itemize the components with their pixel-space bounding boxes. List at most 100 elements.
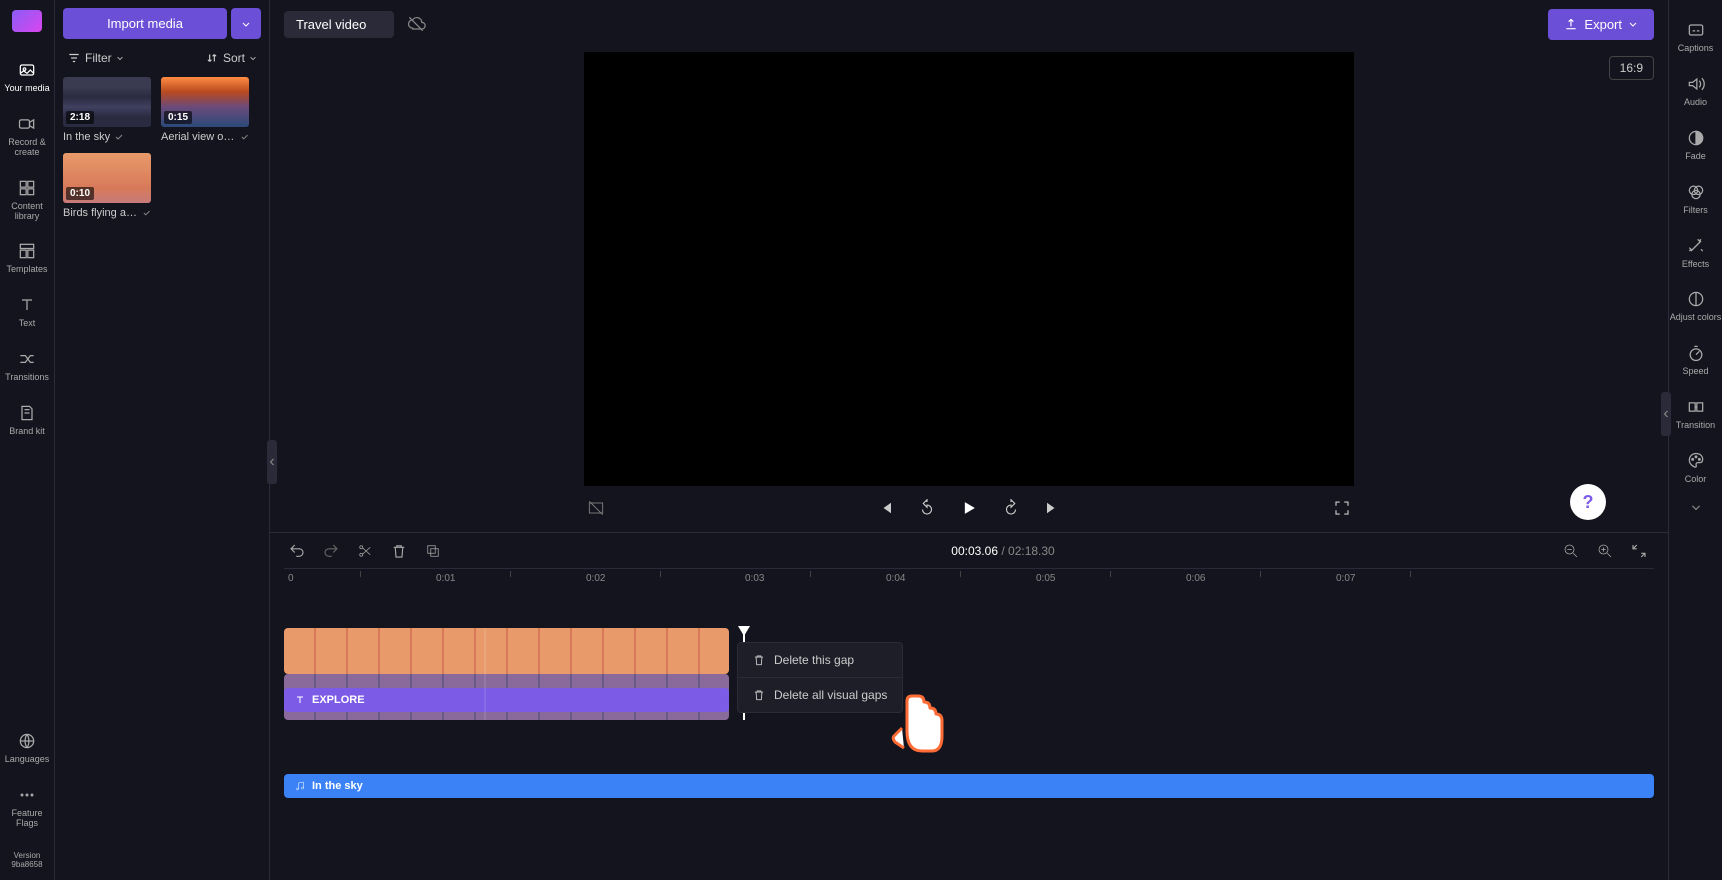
playhead-secondary: [484, 628, 486, 720]
delete-button[interactable]: [390, 541, 410, 561]
text-clip-label: EXPLORE: [312, 694, 365, 706]
media-panel: Import media Filter Sort 2:18 In the sky…: [55, 0, 270, 880]
delete-all-visual-gaps[interactable]: Delete all visual gaps: [738, 678, 902, 712]
rail-label: Record & create: [0, 138, 54, 158]
rail-label: Content library: [0, 202, 54, 222]
fit-timeline-button[interactable]: [1630, 541, 1650, 561]
safe-zones-toggle[interactable]: [584, 496, 608, 520]
rail-brand-kit[interactable]: Brand kit: [0, 393, 54, 447]
top-bar: Export: [270, 0, 1668, 48]
cloud-sync-icon[interactable]: [404, 12, 428, 36]
rewind-button[interactable]: [915, 496, 939, 520]
redo-button[interactable]: [322, 541, 342, 561]
upload-icon: [1564, 17, 1578, 31]
ruler-tick: 0:06: [1186, 573, 1205, 584]
rail-speed[interactable]: Speed: [1669, 333, 1722, 387]
rail-label: Brand kit: [9, 427, 45, 437]
sort-icon: [205, 51, 219, 65]
music-note-icon: [294, 780, 306, 792]
skip-forward-button[interactable]: [1041, 496, 1065, 520]
ruler-tick: 0:04: [886, 573, 905, 584]
rail-captions[interactable]: Captions: [1669, 10, 1722, 64]
chevron-down-icon[interactable]: [1690, 501, 1702, 513]
rail-label: Languages: [5, 755, 50, 765]
duplicate-button[interactable]: [424, 541, 444, 561]
rail-transition[interactable]: Transition: [1669, 387, 1722, 441]
chevron-down-icon: [249, 54, 257, 62]
media-thumbnail: 2:18: [63, 77, 151, 127]
rail-effects[interactable]: Effects: [1669, 226, 1722, 280]
aspect-ratio-selector[interactable]: 16:9: [1609, 56, 1654, 80]
text-icon: [294, 694, 306, 706]
rail-feature-flags[interactable]: Feature Flags: [0, 775, 54, 839]
import-media-dropdown[interactable]: [231, 8, 261, 39]
delete-this-gap[interactable]: Delete this gap: [738, 643, 902, 678]
media-item[interactable]: 0:10 Birds flying ab…: [63, 153, 151, 219]
help-button[interactable]: ?: [1570, 484, 1606, 520]
main-area: Export 16:9 00:03.06 / 02:18: [270, 0, 1668, 880]
media-item[interactable]: 0:15 Aerial view of …: [161, 77, 249, 143]
skip-back-button[interactable]: [873, 496, 897, 520]
ruler-tick: 0:02: [586, 573, 605, 584]
rail-color[interactable]: Color: [1669, 441, 1722, 495]
video-preview[interactable]: [584, 52, 1354, 486]
filter-button[interactable]: Filter: [67, 51, 124, 65]
preview-area: 16:9: [270, 48, 1668, 524]
gap-context-menu: Delete this gap Delete all visual gaps: [737, 642, 903, 713]
rail-label: Captions: [1678, 44, 1714, 54]
rail-record-create[interactable]: Record & create: [0, 104, 54, 168]
trash-icon: [752, 688, 766, 702]
undo-button[interactable]: [288, 541, 308, 561]
total-duration: 02:18.30: [1008, 544, 1055, 558]
media-name: In the sky: [63, 131, 110, 143]
rail-languages[interactable]: Languages: [0, 721, 54, 775]
rail-audio[interactable]: Audio: [1669, 64, 1722, 118]
rail-label: Your media: [4, 84, 49, 94]
rail-transitions[interactable]: Transitions: [0, 339, 54, 393]
duration-badge: 2:18: [66, 111, 94, 124]
timeline-ruler[interactable]: 0 0:01 0:02 0:03 0:04 0:05 0:06 0:07: [284, 568, 1654, 588]
export-label: Export: [1584, 17, 1622, 32]
forward-button[interactable]: [999, 496, 1023, 520]
left-rail: Your media Record & create Content libra…: [0, 0, 55, 880]
trash-icon: [752, 653, 766, 667]
timeline[interactable]: 0 0:01 0:02 0:03 0:04 0:05 0:06 0:07 EXP…: [270, 568, 1668, 880]
media-name: Birds flying ab…: [63, 207, 138, 219]
rail-filters[interactable]: Filters: [1669, 172, 1722, 226]
rail-fade[interactable]: Fade: [1669, 118, 1722, 172]
play-button[interactable]: [957, 496, 981, 520]
video-clip-1[interactable]: [284, 628, 729, 674]
sort-button[interactable]: Sort: [205, 51, 257, 65]
ruler-tick: 0: [288, 573, 294, 584]
fullscreen-button[interactable]: [1330, 496, 1354, 520]
zoom-in-button[interactable]: [1596, 541, 1616, 561]
rail-label: Filters: [1683, 206, 1708, 216]
import-media-button[interactable]: Import media: [63, 8, 227, 39]
audio-clip-label: In the sky: [312, 780, 363, 792]
rail-templates[interactable]: Templates: [0, 231, 54, 285]
split-button[interactable]: [356, 541, 376, 561]
filter-icon: [67, 51, 81, 65]
rail-adjust-colors[interactable]: Adjust colors: [1669, 279, 1722, 333]
filter-label: Filter: [85, 51, 112, 65]
menu-label: Delete this gap: [774, 653, 854, 667]
rail-label: Fade: [1685, 152, 1706, 162]
zoom-out-button[interactable]: [1562, 541, 1582, 561]
project-title-input[interactable]: [284, 11, 394, 38]
export-button[interactable]: Export: [1548, 9, 1654, 40]
rail-label: Color: [1685, 475, 1707, 485]
expand-right-panel[interactable]: ‹: [1661, 392, 1671, 436]
rail-text[interactable]: Text: [0, 285, 54, 339]
rail-label: Templates: [6, 265, 47, 275]
rail-version[interactable]: Version 9ba8658: [0, 838, 54, 880]
current-time: 00:03.06: [951, 544, 998, 558]
rail-label: Audio: [1684, 98, 1707, 108]
media-thumbnail: 0:10: [63, 153, 151, 203]
media-item[interactable]: 2:18 In the sky: [63, 77, 151, 143]
audio-clip[interactable]: In the sky: [284, 774, 1654, 798]
rail-content-library[interactable]: Content library: [0, 168, 54, 232]
help-label: ?: [1583, 492, 1594, 513]
rail-your-media[interactable]: Your media: [0, 50, 54, 104]
media-name: Aerial view of …: [161, 131, 236, 143]
text-clip[interactable]: EXPLORE: [284, 688, 729, 712]
